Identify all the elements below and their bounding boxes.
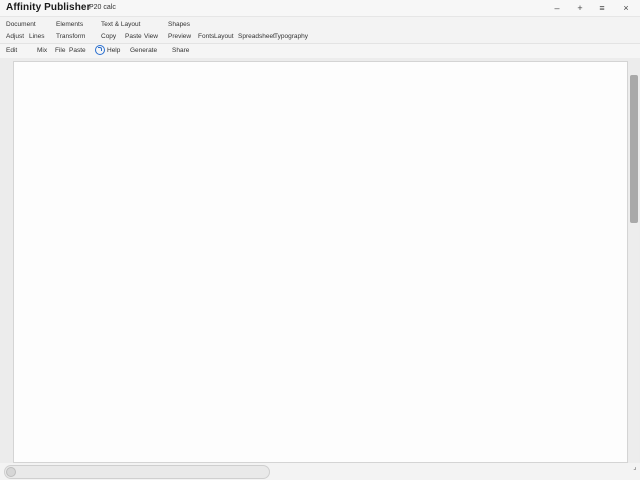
menu-row-primary: Document Elements Text & Layout Shapes (0, 19, 640, 31)
menu-item-layout[interactable]: Layout (214, 31, 234, 43)
vertical-scrollbar[interactable] (629, 75, 639, 463)
tool-mix[interactable]: Mix (37, 44, 47, 58)
close-icon[interactable]: × (614, 0, 638, 17)
toolbar: Edit Mix File Paste Help Generate Share (0, 44, 640, 58)
menu-item-fonts[interactable]: Fonts (198, 31, 214, 43)
menu-item-view[interactable]: View (144, 31, 158, 43)
tool-edit[interactable]: Edit (6, 44, 17, 58)
menu-item-shapes[interactable]: Shapes (168, 19, 190, 31)
document-page[interactable] (13, 61, 628, 463)
menu-row-secondary: Adjust Lines Transform Copy Paste View P… (0, 31, 640, 43)
tool-help[interactable]: Help (107, 44, 120, 58)
title-bar: Affinity Publisher P20 calc – + ≡ × (0, 0, 640, 17)
vertical-scroll-thumb[interactable] (630, 75, 638, 223)
menu-item-spreadsheet[interactable]: Spreadsheet (238, 31, 275, 43)
menu-item-preview[interactable]: Preview (168, 31, 191, 43)
menu-item-document[interactable]: Document (6, 19, 36, 31)
tool-generate[interactable]: Generate (130, 44, 157, 58)
horizontal-scrollbar[interactable] (4, 465, 270, 479)
menu-item-text-layout[interactable]: Text & Layout (101, 19, 140, 31)
menu-item-typography[interactable]: Typography (274, 31, 308, 43)
tool-file[interactable]: File (55, 44, 65, 58)
tool-paste[interactable]: Paste (69, 44, 86, 58)
menu-icon[interactable]: ≡ (590, 0, 614, 17)
minimize-icon[interactable]: – (545, 0, 569, 17)
help-icon[interactable] (95, 45, 105, 55)
menu-item-paste[interactable]: Paste (125, 31, 142, 43)
add-icon[interactable]: + (568, 0, 592, 17)
app-title: Affinity Publisher (6, 2, 91, 13)
document-title[interactable]: P20 calc (89, 4, 116, 11)
resize-grip-icon[interactable]: ⌟ (630, 463, 640, 473)
menu-item-adjust[interactable]: Adjust (6, 31, 24, 43)
horizontal-scroll-thumb[interactable] (6, 467, 16, 477)
menu-item-transform[interactable]: Transform (56, 31, 85, 43)
menu-item-lines[interactable]: Lines (29, 31, 45, 43)
app-window: Affinity Publisher P20 calc – + ≡ × Docu… (0, 0, 640, 480)
tool-share[interactable]: Share (172, 44, 189, 58)
menu-item-copy[interactable]: Copy (101, 31, 116, 43)
menu-item-elements[interactable]: Elements (56, 19, 83, 31)
